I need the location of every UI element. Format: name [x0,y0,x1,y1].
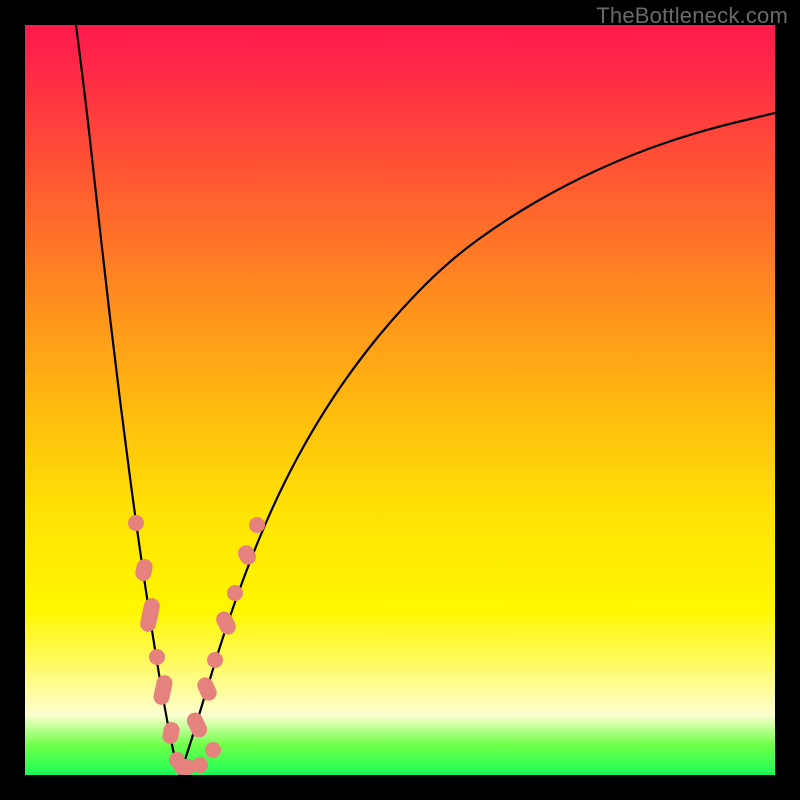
curve-right-branch [180,113,775,775]
curve-marker-dot [192,757,208,773]
curve-marker-pill [134,558,154,583]
curve-marker-dot [249,517,265,533]
curve-left-branch [76,25,180,775]
plot-area [25,25,775,775]
curve-marker-pill [152,674,174,707]
curve-marker-pill [195,675,220,704]
curve-marker-dot [128,515,144,531]
curve-marker-dot [149,649,165,665]
curve-marker-pill [213,609,238,638]
watermark-text: TheBottleneck.com [596,3,788,29]
curve-marker-pill [139,597,162,634]
marker-group [128,515,265,775]
chart-svg [25,25,775,775]
curve-marker-pill [184,710,209,740]
curve-marker-dot [227,585,243,601]
curve-marker-dot [207,652,223,668]
curve-marker-pill [161,721,181,746]
curve-marker-dot [205,742,221,758]
outer-frame: TheBottleneck.com [0,0,800,800]
